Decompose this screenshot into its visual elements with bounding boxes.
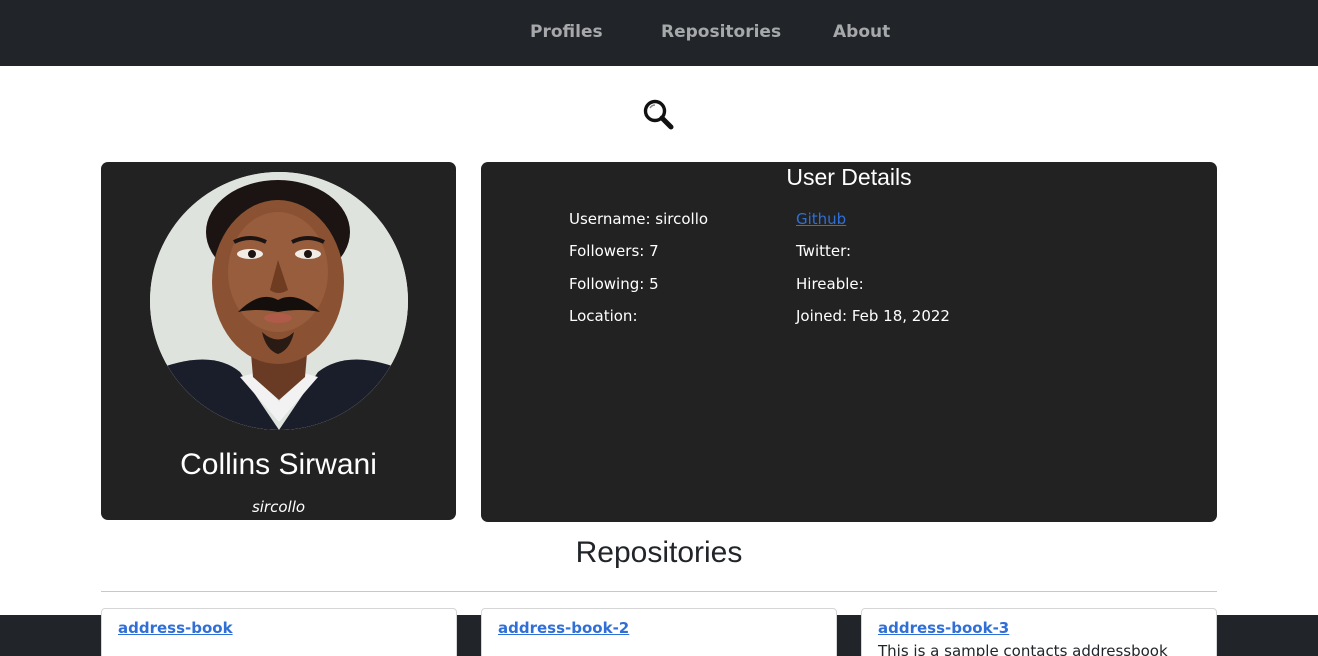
profile-name: Collins Sirwani [180, 448, 377, 481]
top-navbar: Profiles Repositories About [0, 0, 1318, 66]
repo-link[interactable]: address-book-3 [878, 619, 1009, 637]
section-divider [101, 591, 1217, 592]
detail-followers: Followers: 7 [569, 242, 659, 260]
profile-username: sircollo [251, 498, 306, 516]
repo-card: address-book-2 [481, 608, 837, 656]
repo-description: This is a sample contacts addressbook [878, 642, 1168, 656]
repo-card: address-book-3 This is a sample contacts… [861, 608, 1217, 656]
repo-link[interactable]: address-book-2 [498, 619, 629, 637]
repo-card: address-book [101, 608, 457, 656]
repositories-heading: Repositories [575, 536, 743, 569]
profile-card: Collins Sirwani sircollo [101, 162, 456, 520]
github-link[interactable]: Github [796, 210, 846, 228]
detail-username: Username: sircollo [569, 210, 709, 228]
user-details-title: User Details [786, 164, 912, 190]
repo-link[interactable]: address-book [118, 619, 233, 637]
search-icon[interactable] [641, 97, 675, 131]
nav-repositories-link[interactable]: Repositories [661, 22, 781, 42]
nav-about-link[interactable]: About [833, 22, 890, 42]
detail-following: Following: 5 [569, 275, 659, 293]
detail-hireable: Hireable: [796, 275, 864, 293]
nav-profiles-link[interactable]: Profiles [530, 22, 603, 42]
user-details-card: User Details Username: sircollo Follower… [481, 162, 1217, 522]
detail-twitter: Twitter: [796, 242, 852, 260]
detail-location: Location: [569, 307, 638, 325]
avatar [150, 172, 408, 430]
detail-joined: Joined: Feb 18, 2022 [796, 307, 950, 325]
